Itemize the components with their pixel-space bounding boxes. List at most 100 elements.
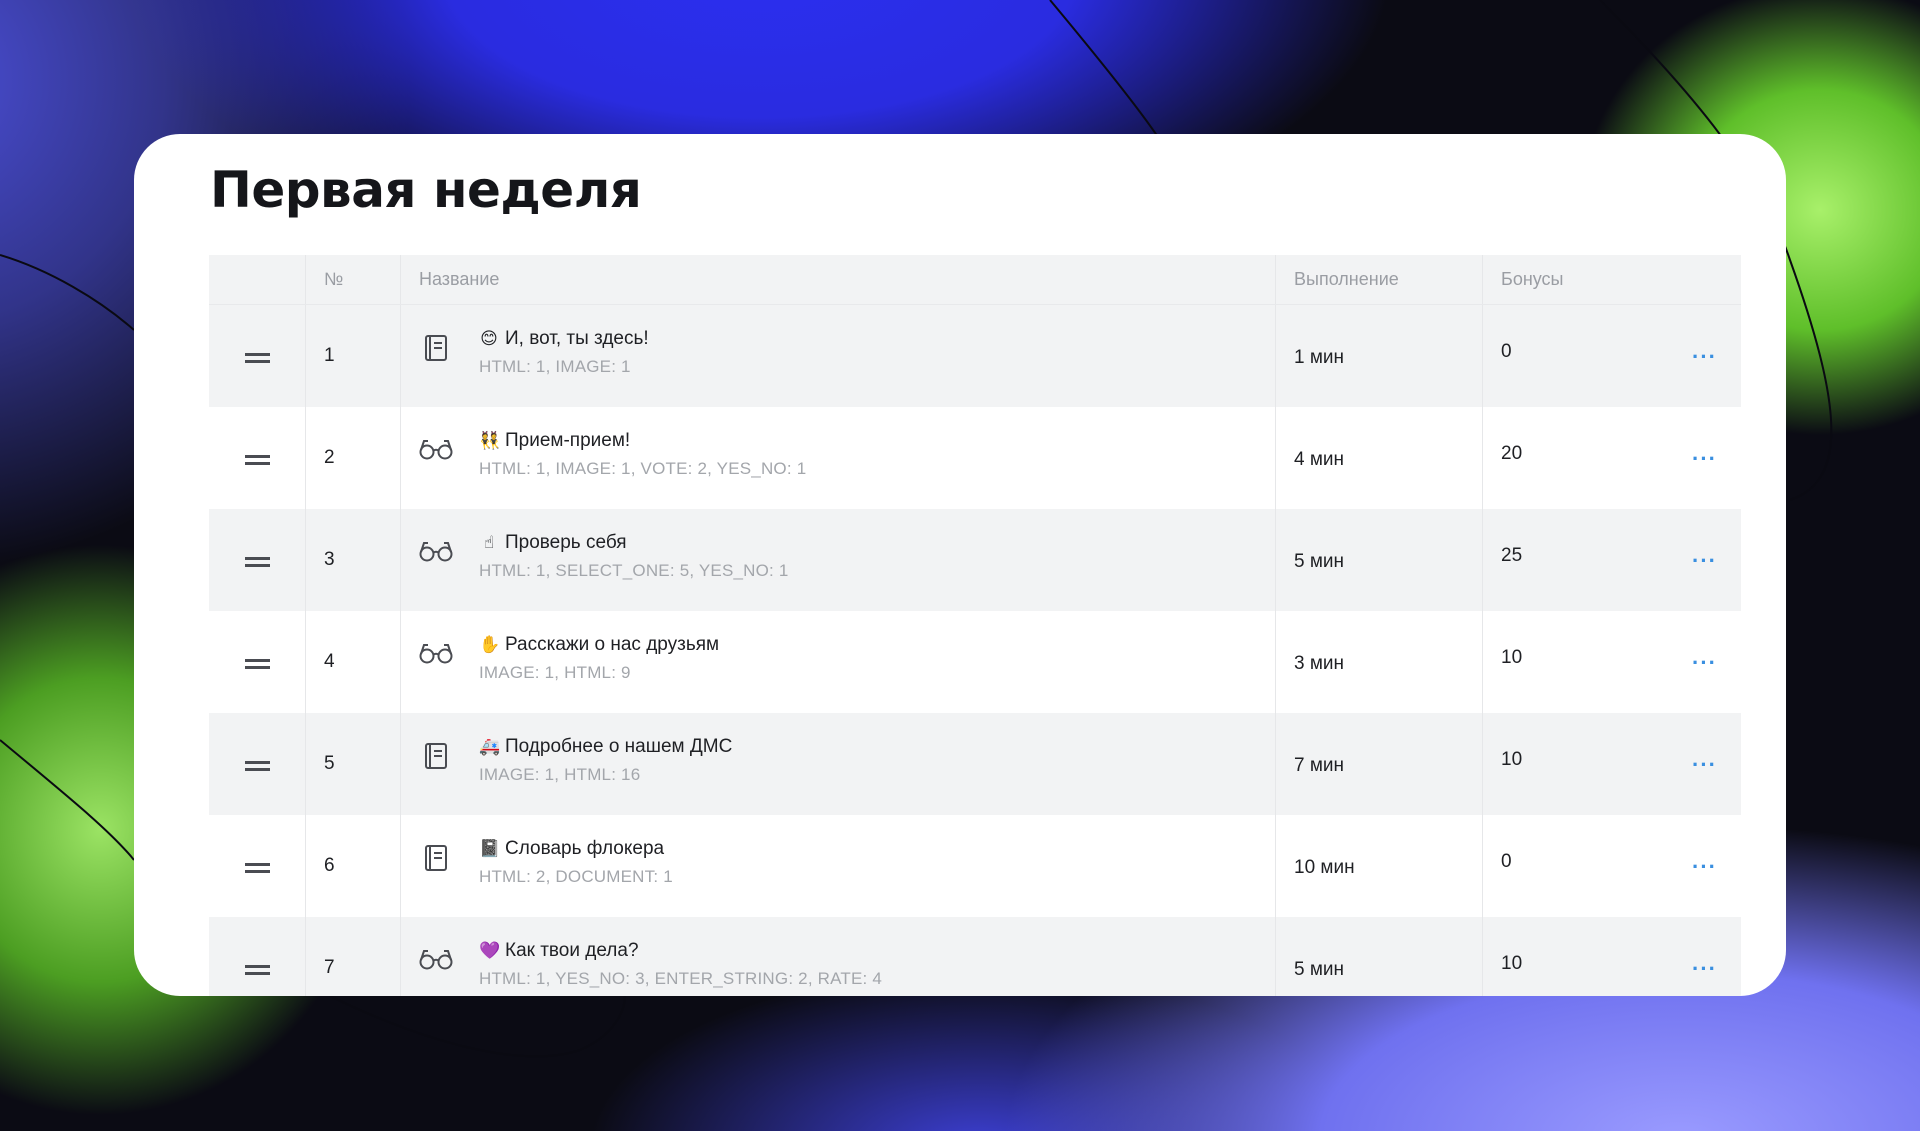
row-number: 7 [324,957,335,978]
completion-time: 5 мин [1294,959,1345,980]
lesson-name-cell[interactable]: 😊 И, вот, ты здесь! HTML: 1, IMAGE: 1 [401,305,1276,407]
lesson-title-text: Как твои дела? [505,940,639,961]
drag-handle-cell[interactable] [209,611,306,713]
book-icon [419,739,453,773]
table-row[interactable]: 3 ☝ Проверь себя HTML: 1, SELECT_ONE: 5, … [209,509,1741,611]
drag-handle-icon[interactable] [244,659,270,669]
bonus-value: 0 [1501,341,1512,362]
drag-handle-cell[interactable] [209,917,306,996]
lesson-name-cell[interactable]: ☝ Проверь себя HTML: 1, SELECT_ONE: 5, YE… [401,509,1276,611]
table-row[interactable]: 5 🚑 Подробнее о нашем ДМС IMAGE: 1, HTML:… [209,713,1741,815]
more-options-button[interactable]: ··· [1692,548,1717,574]
page-title: Первая неделя [210,161,642,219]
lesson-title-text: Расскажи о нас друзьям [505,634,720,655]
lesson-meta: HTML: 1, IMAGE: 1, VOTE: 2, YES_NO: 1 [479,459,807,478]
header-number[interactable]: № [306,255,401,304]
drag-handle-icon[interactable] [244,353,270,363]
lesson-emoji: 👯 [479,431,501,451]
lesson-title[interactable]: ✋ Расскажи о нас друзьям [479,631,719,659]
lesson-meta: IMAGE: 1, HTML: 16 [479,765,641,784]
more-options-button[interactable]: ··· [1692,854,1717,880]
lesson-title-text: Подробнее о нашем ДМС [505,736,733,757]
completion-time: 4 мин [1294,449,1345,470]
table-row[interactable]: 7 💜 Как твои дела? HTML: 1, YES_NO: 3, EN… [209,917,1741,996]
completion-time: 1 мин [1294,347,1345,368]
drag-handle-icon[interactable] [244,761,270,771]
more-options-button[interactable]: ··· [1692,650,1717,676]
lesson-meta: HTML: 2, DOCUMENT: 1 [479,867,673,886]
book-icon [419,331,453,365]
bonus-value: 10 [1501,647,1523,668]
more-options-button[interactable]: ··· [1692,956,1717,982]
book-icon [419,841,453,875]
lesson-title[interactable]: 👯 Прием-прием! [479,427,806,455]
course-card: Первая неделя № Название Выполнение Бону… [134,134,1786,996]
drag-handle-cell[interactable] [209,305,306,407]
lessons-table: № Название Выполнение Бонусы 1 😊 И, вот, … [209,255,1741,996]
row-number: 1 [324,345,335,366]
header-name[interactable]: Название [401,255,1276,304]
table-row[interactable]: 4 ✋ Расскажи о нас друзьям IMAGE: 1, HTML… [209,611,1741,713]
lesson-name-cell[interactable]: 💜 Как твои дела? HTML: 1, YES_NO: 3, ENTE… [401,917,1276,996]
completion-time: 7 мин [1294,755,1345,776]
lesson-meta: HTML: 1, YES_NO: 3, ENTER_STRING: 2, RAT… [479,969,883,988]
drag-handle-icon[interactable] [244,965,270,975]
drag-handle-cell[interactable] [209,815,306,917]
table-header: № Название Выполнение Бонусы [209,255,1741,305]
glasses-icon [419,637,453,671]
lesson-emoji: ☝ [483,533,495,553]
lesson-title-text: Прием-прием! [505,430,631,451]
lesson-title[interactable]: ☝ Проверь себя [479,529,789,557]
more-options-button[interactable]: ··· [1692,752,1717,778]
table-row[interactable]: 1 😊 И, вот, ты здесь! HTML: 1, IMAGE: 1 1… [209,305,1741,407]
lesson-meta: HTML: 1, SELECT_ONE: 5, YES_NO: 1 [479,561,789,580]
completion-time: 3 мин [1294,653,1345,674]
glasses-icon [419,433,453,467]
drag-handle-cell[interactable] [209,509,306,611]
lesson-emoji: 📓 [479,839,501,859]
row-number: 3 [324,549,335,570]
lesson-title[interactable]: 😊 И, вот, ты здесь! [479,325,649,353]
bonus-value: 25 [1501,545,1523,566]
lesson-meta: HTML: 1, IMAGE: 1 [479,357,631,376]
bonus-value: 0 [1501,851,1512,872]
row-number: 6 [324,855,335,876]
row-number: 4 [324,651,335,672]
drag-handle-cell[interactable] [209,407,306,509]
drag-handle-icon[interactable] [244,455,270,465]
lesson-title[interactable]: 📓 Словарь флокера [479,835,673,863]
header-completion[interactable]: Выполнение [1276,255,1483,304]
lesson-emoji: 😊 [480,329,498,349]
bonus-value: 10 [1501,749,1523,770]
glasses-icon [419,535,453,569]
row-number: 2 [324,447,335,468]
bonus-value: 10 [1501,953,1523,974]
lesson-name-cell[interactable]: ✋ Расскажи о нас друзьям IMAGE: 1, HTML: … [401,611,1276,713]
drag-handle-icon[interactable] [244,557,270,567]
lesson-title[interactable]: 💜 Как твои дела? [479,937,882,965]
lesson-title-text: Проверь себя [505,532,627,553]
completion-time: 5 мин [1294,551,1345,572]
table-body: 1 😊 И, вот, ты здесь! HTML: 1, IMAGE: 1 1… [209,305,1741,996]
lesson-emoji: ✋ [479,635,501,655]
table-row[interactable]: 2 👯 Прием-прием! HTML: 1, IMAGE: 1, VOTE:… [209,407,1741,509]
lesson-title-text: И, вот, ты здесь! [505,328,649,349]
more-options-button[interactable]: ··· [1692,446,1717,472]
more-options-button[interactable]: ··· [1692,344,1717,370]
header-handle-cell [209,255,306,304]
lesson-name-cell[interactable]: 📓 Словарь флокера HTML: 2, DOCUMENT: 1 [401,815,1276,917]
table-row[interactable]: 6 📓 Словарь флокера HTML: 2, DOCUMENT: 1 … [209,815,1741,917]
lesson-emoji: 🚑 [479,737,501,757]
completion-time: 10 мин [1294,857,1355,878]
lesson-title[interactable]: 🚑 Подробнее о нашем ДМС [479,733,732,761]
drag-handle-icon[interactable] [244,863,270,873]
lesson-name-cell[interactable]: 👯 Прием-прием! HTML: 1, IMAGE: 1, VOTE: 2… [401,407,1276,509]
header-bonuses[interactable]: Бонусы [1483,255,1741,304]
drag-handle-cell[interactable] [209,713,306,815]
glasses-icon [419,943,453,977]
lesson-name-cell[interactable]: 🚑 Подробнее о нашем ДМС IMAGE: 1, HTML: 1… [401,713,1276,815]
lesson-meta: IMAGE: 1, HTML: 9 [479,663,631,682]
lesson-title-text: Словарь флокера [505,838,665,859]
bonus-value: 20 [1501,443,1523,464]
lesson-emoji: 💜 [479,941,501,961]
